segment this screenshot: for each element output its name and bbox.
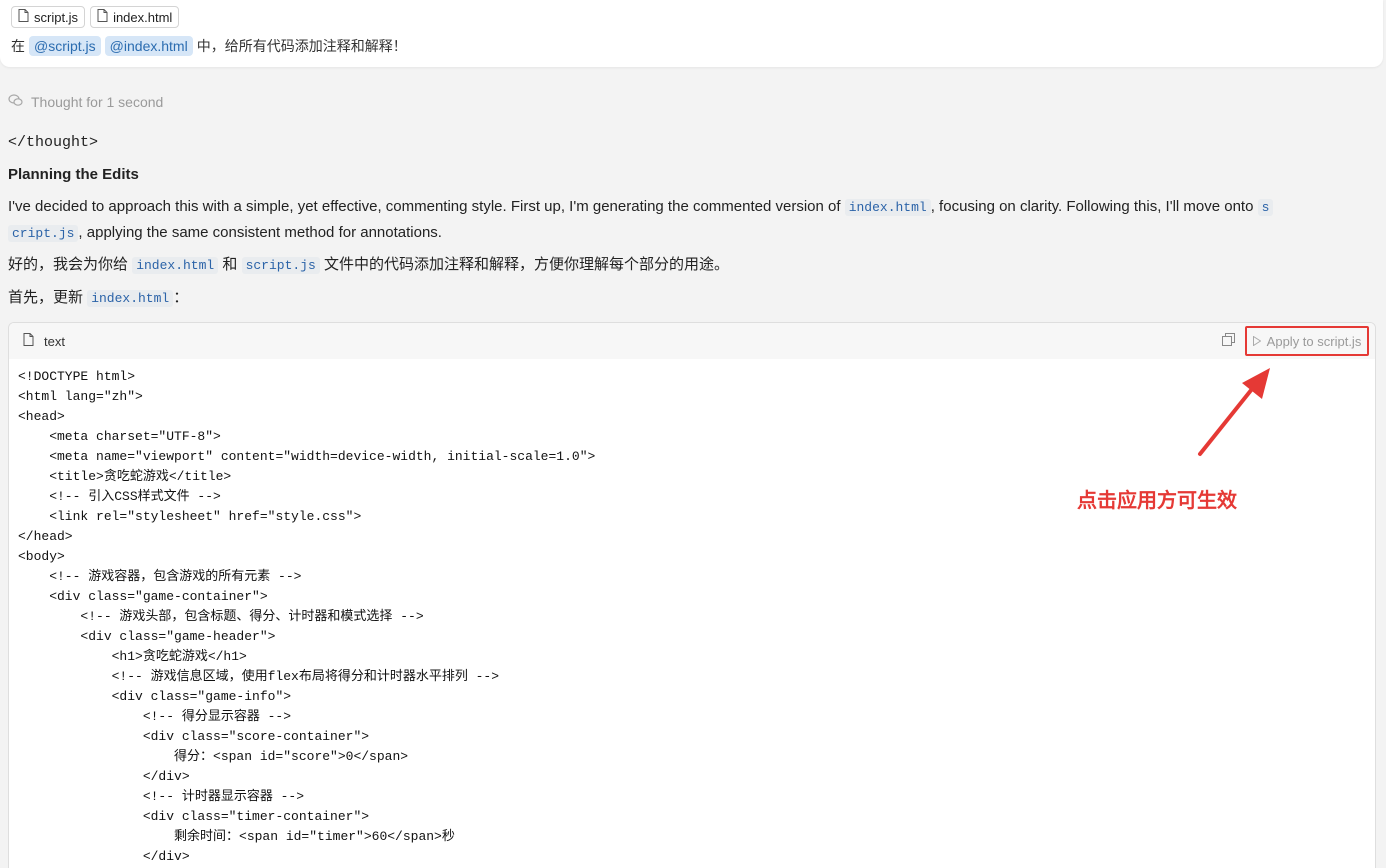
annotation-arrow	[1190, 366, 1280, 461]
annotation-text: 点击应用方可生效	[1077, 484, 1237, 513]
section-heading: Planning the Edits	[8, 162, 139, 187]
thought-icon	[8, 94, 23, 110]
text-run: 好的，我会为你给	[8, 256, 128, 273]
code-line: <meta charset="UTF-8">	[18, 427, 1366, 447]
user-prompt: 在 @script.js @index.html 中，给所有代码添加注释和解释！	[11, 36, 407, 56]
attachment-label: index.html	[113, 10, 172, 25]
thought-label: Thought for 1 second	[31, 94, 163, 110]
text-run: I've decided to approach this with a sim…	[8, 198, 845, 215]
attachment-chip-index[interactable]: index.html	[90, 6, 179, 28]
file-icon	[23, 333, 34, 349]
copy-icon[interactable]	[1222, 333, 1235, 349]
code-ref-script: script.js	[242, 257, 320, 274]
code-line: <body>	[18, 547, 1366, 567]
code-line: <!-- 游戏头部，包含标题、得分、计时器和模式选择 -->	[18, 607, 1366, 627]
code-line: <html lang="zh">	[18, 387, 1366, 407]
code-line: <!-- 游戏容器，包含游戏的所有元素 -->	[18, 567, 1366, 587]
code-block-header: text Apply to script.js	[9, 323, 1375, 359]
code-block: text Apply to script.js <!DOCTYPE html><…	[8, 322, 1376, 868]
code-line: <div class="timer-container">	[18, 807, 1366, 827]
code-ref-index: index.html	[132, 257, 218, 274]
text-run: ：	[173, 289, 188, 306]
file-icon	[97, 9, 108, 25]
code-line: <!DOCTYPE html>	[18, 367, 1366, 387]
prompt-card: script.js index.html 在 @script.js @index…	[0, 0, 1383, 67]
code-line: 得分：<span id="score">0</span>	[18, 747, 1366, 767]
code-line: <div class="game-container">	[18, 587, 1366, 607]
attachment-chip-script[interactable]: script.js	[11, 6, 85, 28]
text-run: , applying the same consistent method fo…	[78, 224, 442, 241]
code-content: <!DOCTYPE html><html lang="zh"><head> <m…	[9, 359, 1375, 868]
code-ref-script-b: cript.js	[8, 225, 78, 242]
code-line: <head>	[18, 407, 1366, 427]
code-line: </head>	[18, 527, 1366, 547]
text-run: 和	[222, 256, 237, 273]
attachment-label: script.js	[34, 10, 78, 25]
paragraph-first-step: 首先，更新 index.html：	[8, 285, 188, 311]
code-line: <meta name="viewport" content="width=dev…	[18, 447, 1366, 467]
text-run: 首先，更新	[8, 289, 83, 306]
code-line: </div>	[18, 847, 1366, 867]
text-run: , focusing on clarity. Following this, I…	[931, 198, 1258, 215]
code-line: <!-- 游戏信息区域，使用flex布局将得分和计时器水平排列 -->	[18, 667, 1366, 687]
apply-button[interactable]: Apply to script.js	[1245, 326, 1369, 356]
prompt-prefix: 在	[11, 36, 25, 56]
prompt-suffix: 中，给所有代码添加注释和解释！	[197, 36, 407, 56]
text-run: 文件中的代码添加注释和解释，方便你理解每个部分的用途。	[324, 256, 729, 273]
play-icon	[1253, 334, 1261, 349]
attachment-list: script.js index.html	[11, 6, 179, 28]
thought-toggle[interactable]: Thought for 1 second	[8, 94, 163, 110]
code-line: <!-- 得分显示容器 -->	[18, 707, 1366, 727]
paragraph-planning: I've decided to approach this with a sim…	[8, 194, 1380, 246]
code-line: 剩余时间：<span id="timer">60</span>秒	[18, 827, 1366, 847]
code-ref-script-a: s	[1258, 199, 1274, 216]
thought-closing-tag: </thought>	[8, 130, 98, 155]
code-line: <div class="score-container">	[18, 727, 1366, 747]
code-ref-index: index.html	[87, 290, 173, 307]
paragraph-intro: 好的，我会为你给 index.html 和 script.js 文件中的代码添加…	[8, 252, 729, 278]
code-line: <h1>贪吃蛇游戏</h1>	[18, 647, 1366, 667]
apply-button-label: Apply to script.js	[1267, 334, 1362, 349]
code-ref-index: index.html	[845, 199, 931, 216]
code-language-label: text	[44, 334, 65, 349]
mention-script[interactable]: @script.js	[29, 36, 101, 56]
code-line: <!-- 计时器显示容器 -->	[18, 787, 1366, 807]
code-line: </div>	[18, 767, 1366, 787]
mention-index[interactable]: @index.html	[105, 36, 193, 56]
code-line: <div class="game-info">	[18, 687, 1366, 707]
code-line: <div class="game-header">	[18, 627, 1366, 647]
file-icon	[18, 9, 29, 25]
